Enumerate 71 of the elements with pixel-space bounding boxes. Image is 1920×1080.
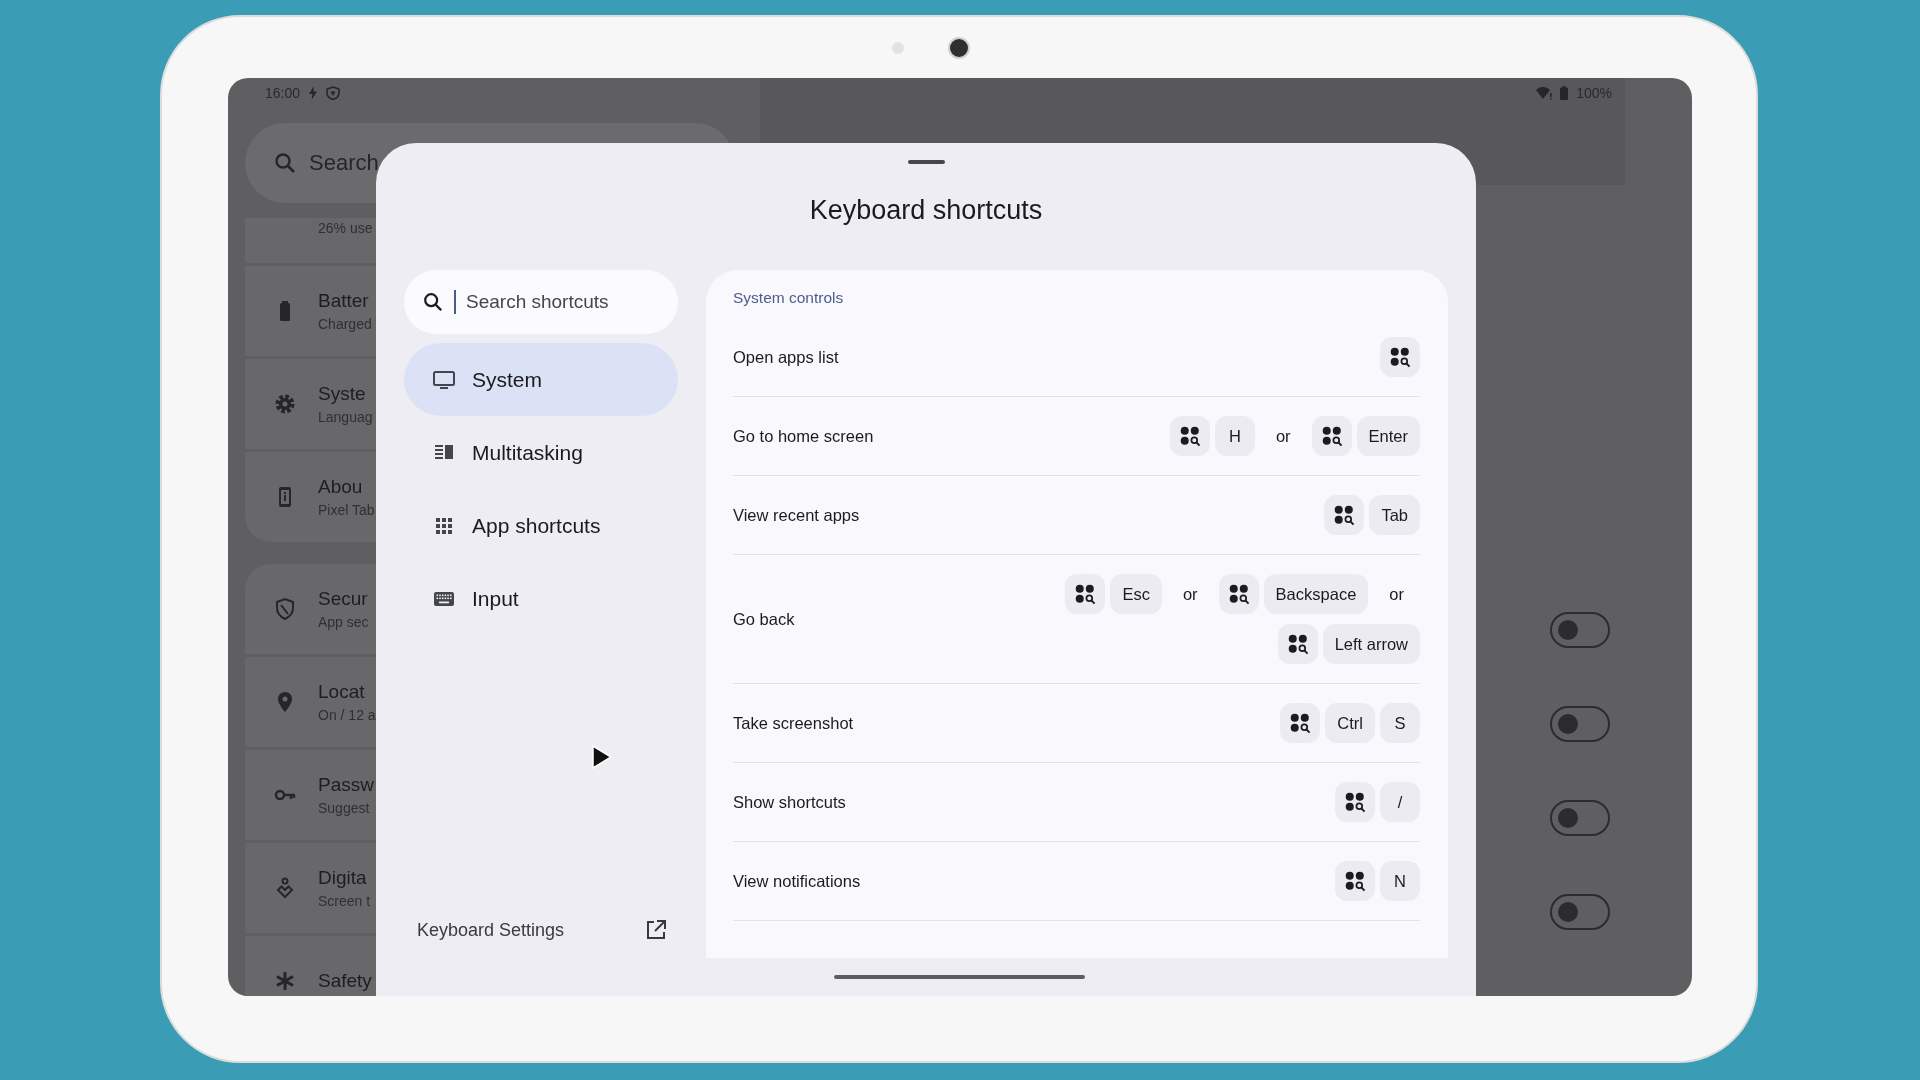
settings-title: Digita xyxy=(318,867,368,889)
key-cap: S xyxy=(1380,703,1420,743)
toggle-switch[interactable] xyxy=(1550,612,1610,648)
search-icon xyxy=(422,291,444,313)
shortcut-label: Go to home screen xyxy=(733,426,874,446)
search-input[interactable]: Search shortcuts xyxy=(466,291,656,313)
gear-icon xyxy=(273,392,297,416)
key-cap: Tab xyxy=(1369,495,1420,535)
settings-subtitle: Charged xyxy=(318,316,372,332)
asterisk-icon xyxy=(273,969,297,993)
search-placeholder: Search xyxy=(309,150,379,176)
category-item[interactable]: System xyxy=(404,343,678,416)
four-dots-search-icon xyxy=(1178,425,1201,447)
settings-link[interactable]: Keyboard Settings xyxy=(417,919,565,941)
settings-title: Safety xyxy=(318,970,372,992)
four-dots-search-icon xyxy=(1227,583,1250,605)
four-dots-search-icon xyxy=(1333,504,1356,526)
settings-title: Passw xyxy=(318,774,374,796)
settings-title: Locat xyxy=(318,681,366,703)
or-separator: or xyxy=(1274,426,1292,446)
settings-subtitle: Pixel Tab xyxy=(318,502,375,518)
bolt-icon xyxy=(308,86,319,100)
settings-subtitle: On / 12 a xyxy=(318,707,376,723)
drag-handle[interactable] xyxy=(907,160,945,164)
four-dots-search-icon xyxy=(1344,870,1366,892)
mouse-pointer-icon xyxy=(591,745,613,769)
text-cursor xyxy=(454,290,456,314)
four-dots-search-icon xyxy=(1389,346,1411,368)
shield-icon xyxy=(273,597,297,621)
shortcut-label: Go back xyxy=(733,609,795,629)
settings-title: Syste xyxy=(318,383,367,405)
search-field[interactable]: Search shortcuts xyxy=(404,270,678,334)
key-cap: H xyxy=(1214,416,1255,456)
settings-subtitle: Suggest xyxy=(318,800,371,816)
toggle-switch[interactable] xyxy=(1550,800,1610,836)
or-separator: or xyxy=(1388,584,1405,604)
settings-title: Abou xyxy=(318,476,364,498)
settings-subtitle: App sec xyxy=(318,614,369,630)
external-link-icon[interactable] xyxy=(646,920,666,940)
or-separator: or xyxy=(1181,584,1199,604)
four-dots-search-icon xyxy=(1074,583,1097,605)
shield-icon xyxy=(326,86,341,100)
shortcut-label: Open apps list xyxy=(733,347,839,367)
toggle-switch[interactable] xyxy=(1550,894,1610,930)
settings-subtitle: Screen t xyxy=(318,893,371,909)
shortcut-label: View notifications xyxy=(733,871,861,891)
sheet-title: Keyboard shortcuts xyxy=(808,194,1044,226)
key-cap: Enter xyxy=(1356,416,1420,456)
four-dots-search-icon xyxy=(1320,425,1343,447)
section-title: System controls xyxy=(733,288,845,307)
toggle-switch[interactable] xyxy=(1550,706,1610,742)
settings-title: Batter xyxy=(318,290,370,312)
shortcut-label: Take screenshot xyxy=(733,713,854,733)
shortcut-label: View recent apps xyxy=(733,505,860,525)
wifi-icon xyxy=(1536,86,1553,100)
settings-subtitle: Languag xyxy=(318,409,373,425)
key-cap: Left arrow xyxy=(1322,624,1420,664)
key-cap: Ctrl xyxy=(1325,703,1375,743)
battery-icon xyxy=(1560,86,1569,100)
shortcut-label: Show shortcuts xyxy=(733,792,846,812)
settings-subtitle: 26% use xyxy=(318,220,373,236)
settings-title: Secur xyxy=(318,588,369,610)
four-dots-search-icon xyxy=(1344,791,1366,813)
key-cap: Backspace xyxy=(1263,574,1369,614)
key-cap: / xyxy=(1380,782,1420,822)
search-icon xyxy=(273,151,297,175)
key-cap: N xyxy=(1380,861,1420,901)
four-dots-search-icon xyxy=(1286,633,1309,655)
four-dots-search-icon xyxy=(1289,712,1312,734)
camera-lens xyxy=(948,36,970,59)
key-cap: Esc xyxy=(1110,574,1162,614)
